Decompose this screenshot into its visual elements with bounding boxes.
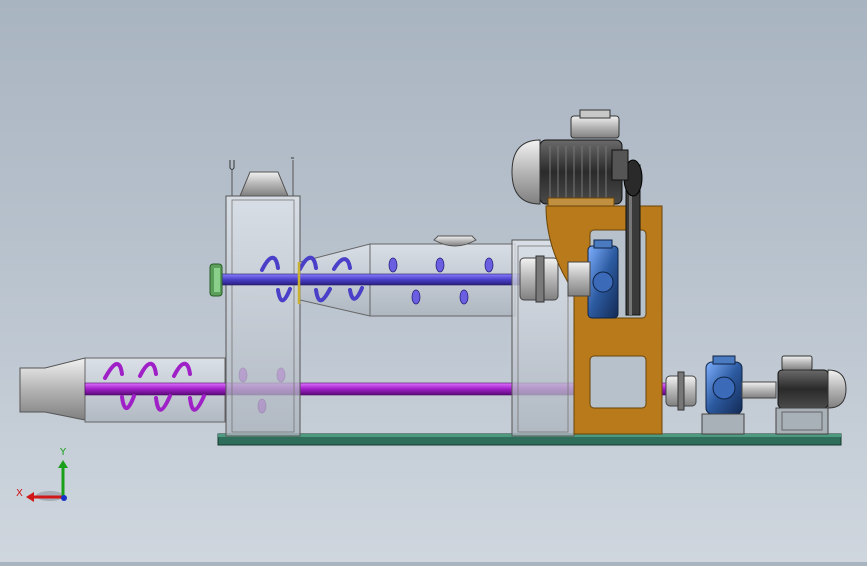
- upper-left-bearing: [209, 263, 223, 297]
- y-axis-label: Y: [59, 447, 67, 458]
- hopper-cap: [239, 171, 289, 197]
- lower-drive: [665, 355, 847, 435]
- motor-end-cap: [511, 139, 541, 205]
- main-motor: [511, 109, 629, 207]
- mixing-housing: [225, 157, 301, 437]
- x-axis-label: X: [16, 488, 23, 499]
- motor-foot: [547, 197, 615, 207]
- cad-viewport[interactable]: X Y: [0, 0, 867, 562]
- sensor-left: [229, 160, 235, 170]
- lower-inlet-cone: [19, 357, 86, 421]
- axis-triad[interactable]: X Y: [16, 447, 68, 502]
- small-motor: [777, 369, 829, 409]
- upper-shaft: [217, 273, 549, 286]
- belt-drive: [623, 159, 643, 316]
- terminal-box: [570, 115, 620, 139]
- z-axis-dot: [61, 495, 67, 501]
- machine-assembly-drawing: X Y: [16, 109, 847, 502]
